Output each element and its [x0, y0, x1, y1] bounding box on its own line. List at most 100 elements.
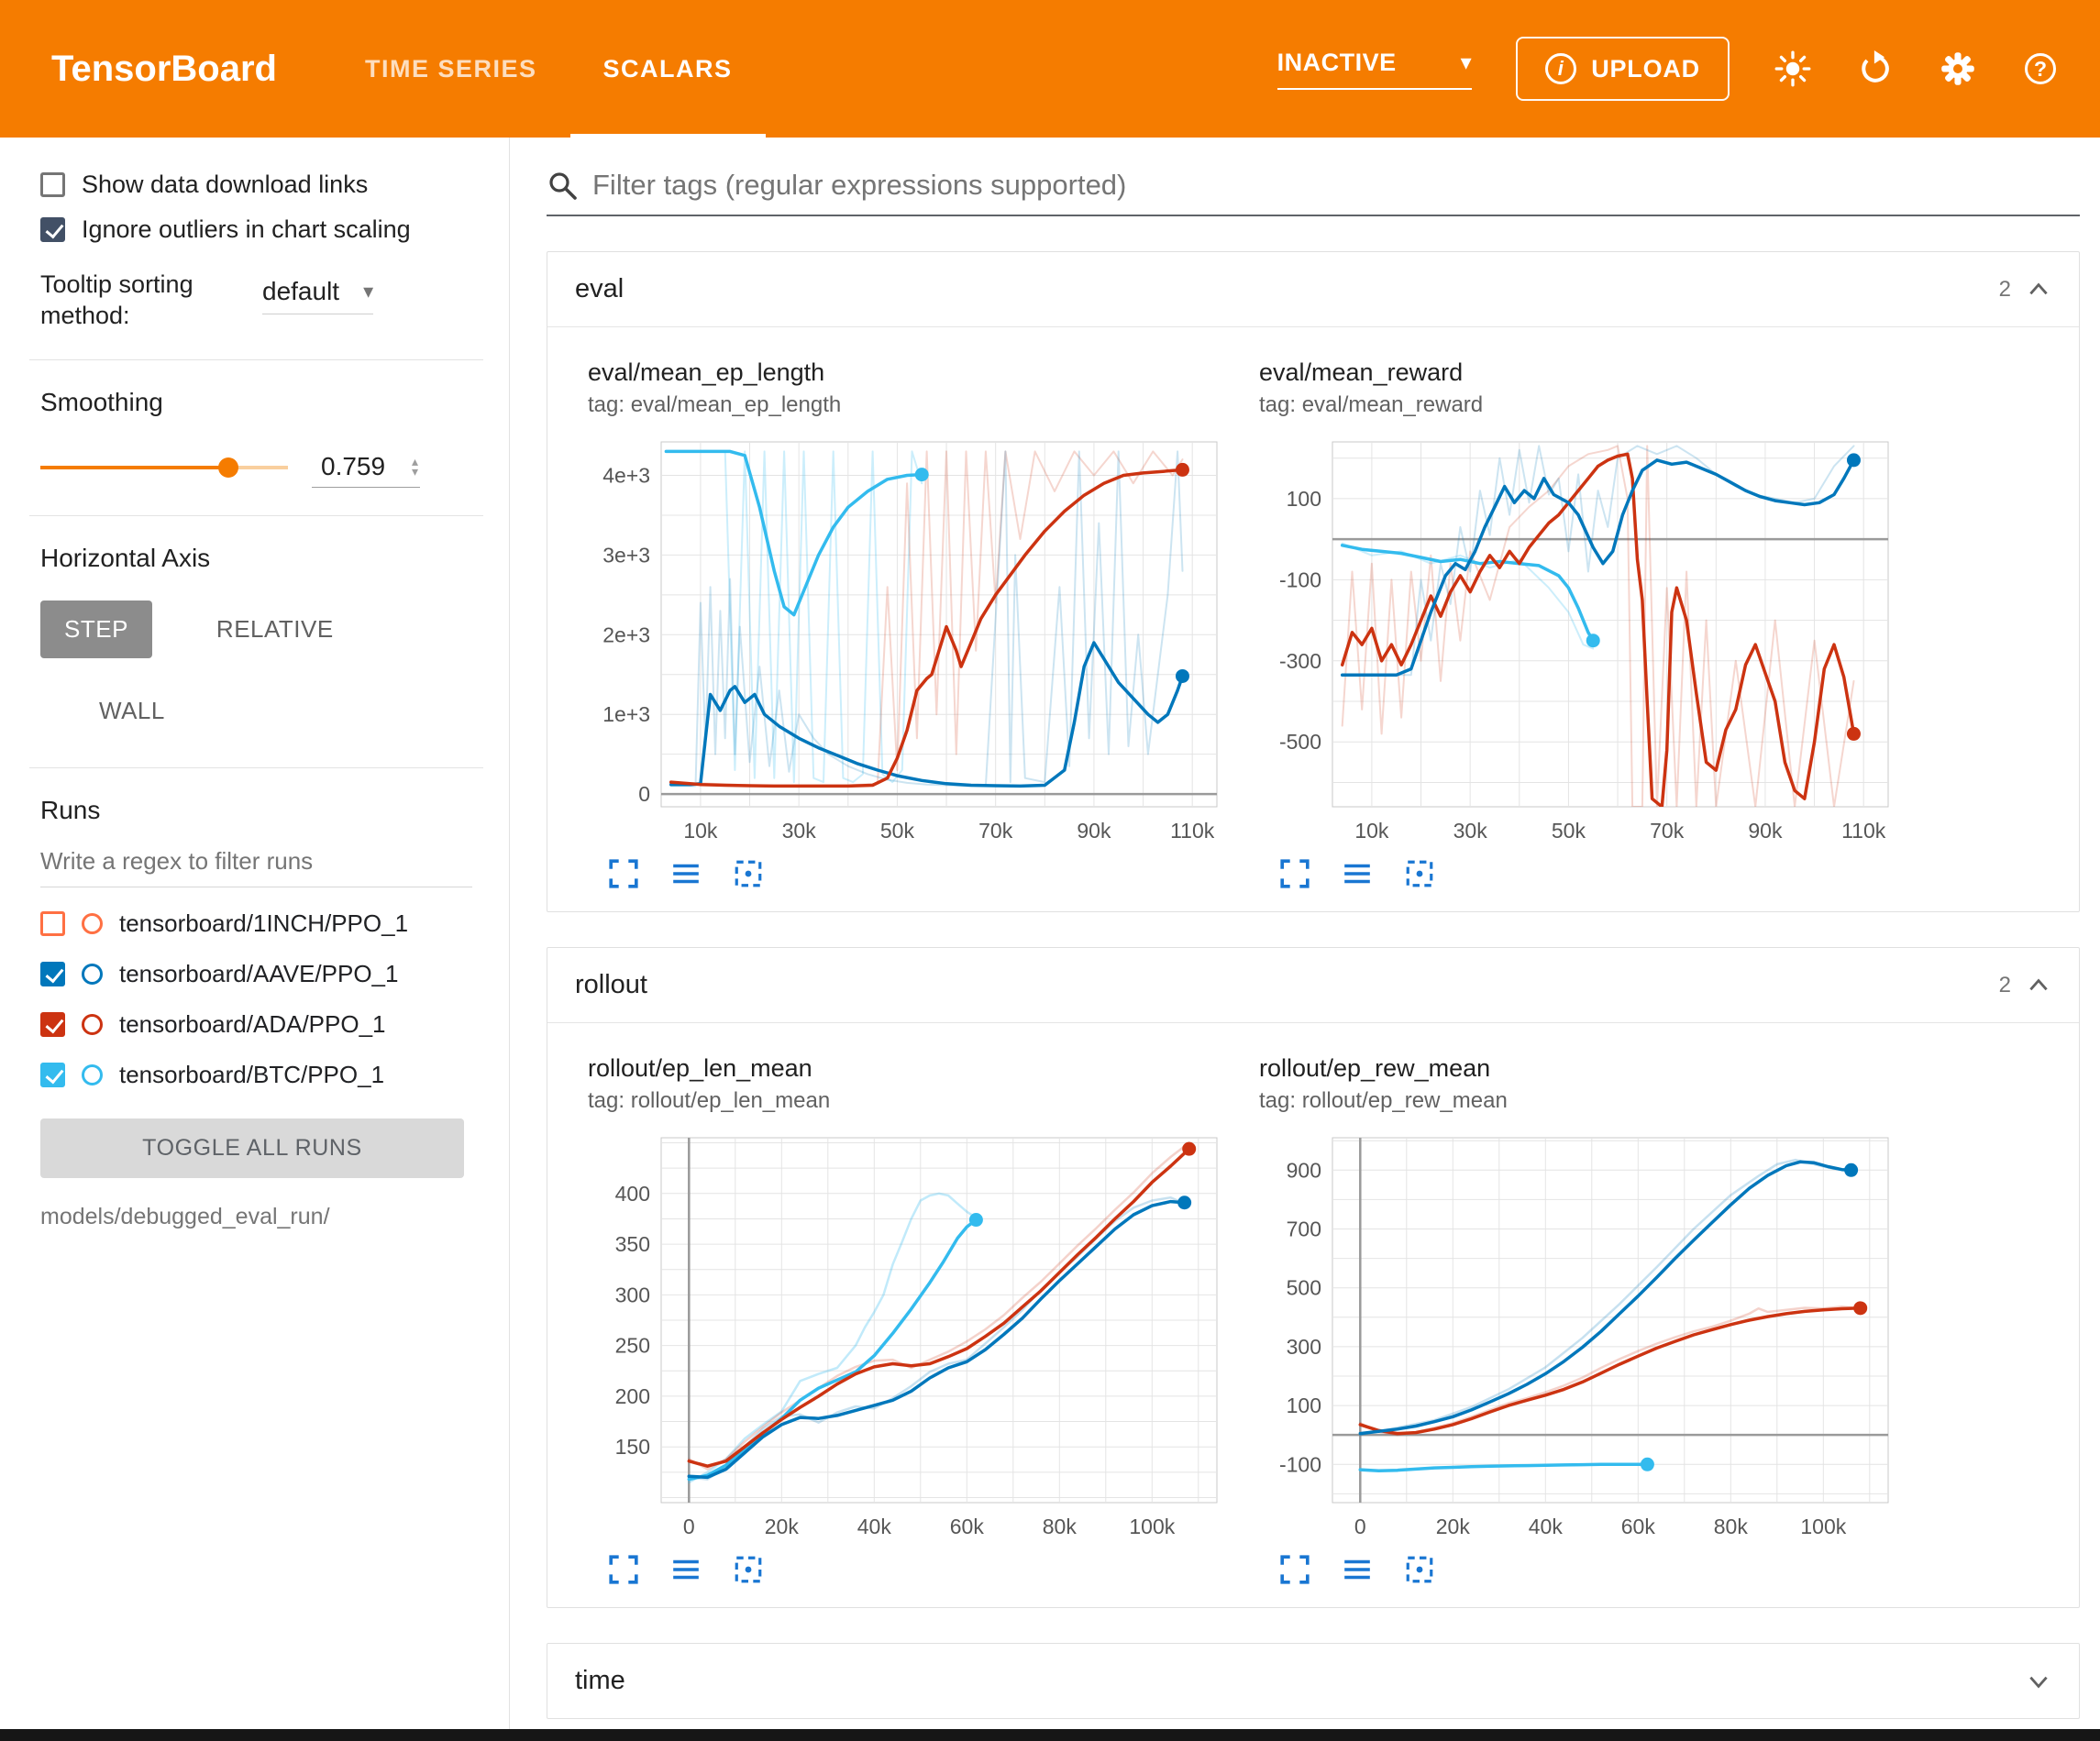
fit-to-data-icon[interactable] — [1404, 1554, 1435, 1585]
expand-chart-icon[interactable] — [1279, 858, 1310, 889]
checkbox-icon[interactable] — [40, 217, 65, 242]
svg-text:500: 500 — [1287, 1276, 1321, 1300]
app-header: TensorBoard TIME SERIES SCALARS INACTIVE… — [0, 0, 2100, 138]
refresh-icon[interactable] — [1856, 50, 1895, 88]
fit-to-data-icon[interactable] — [1404, 858, 1435, 889]
filter-tags-input[interactable] — [592, 169, 2080, 202]
brightness-icon[interactable] — [1774, 50, 1812, 88]
chart-tag: tag: eval/mean_ep_length — [588, 392, 1230, 418]
run-row-btc[interactable]: tensorboard/BTC/PPO_1 — [40, 1061, 472, 1089]
line-chart-eval-mean-ep-length[interactable]: 10k30k50k70k90k110k01e+32e+33e+34e+3 — [588, 429, 1230, 851]
svg-text:0: 0 — [683, 1515, 695, 1538]
chart-title: rollout/ep_rew_mean — [1259, 1054, 1901, 1083]
runs-heading: Runs — [40, 796, 472, 825]
svg-text:110k: 110k — [1170, 819, 1215, 843]
expand-chart-icon[interactable] — [1279, 1554, 1310, 1585]
svg-text:60k: 60k — [950, 1515, 985, 1538]
tensorboard-app: TensorBoard TIME SERIES SCALARS INACTIVE… — [0, 0, 2100, 1741]
chart-tag: tag: eval/mean_reward — [1259, 392, 1901, 418]
checkbox-label: Show data download links — [82, 171, 368, 199]
runs-list-icon[interactable] — [1342, 1554, 1373, 1585]
divider — [29, 767, 483, 768]
runs-list-icon[interactable] — [1342, 858, 1373, 889]
run-row-1inch[interactable]: tensorboard/1INCH/PPO_1 — [40, 909, 472, 938]
chevron-down-icon: ▾ — [363, 280, 373, 303]
upload-button[interactable]: i UPLOAD — [1516, 37, 1730, 101]
svg-text:40k: 40k — [1529, 1515, 1564, 1538]
axis-wall-button[interactable]: WALL — [75, 682, 189, 740]
run-checkbox-icon[interactable] — [40, 911, 65, 936]
runs-filter-input[interactable] — [40, 834, 472, 887]
expand-chart-icon[interactable] — [608, 1554, 639, 1585]
section-title: rollout — [575, 970, 647, 1000]
svg-text:100k: 100k — [1800, 1515, 1846, 1538]
svg-text:70k: 70k — [1650, 819, 1685, 843]
section-title: eval — [575, 274, 624, 304]
run-checkbox-icon[interactable] — [40, 962, 65, 986]
section-eval-header[interactable]: eval 2 — [547, 252, 2079, 326]
chart-card-rollout-ep-rew-mean: rollout/ep_rew_mean tag: rollout/ep_rew_… — [1259, 1054, 1901, 1585]
svg-text:50k: 50k — [1552, 819, 1586, 843]
run-color-circle-icon — [82, 913, 103, 934]
fit-to-data-icon[interactable] — [733, 858, 764, 889]
smoothing-heading: Smoothing — [40, 388, 472, 417]
chart-card-eval-mean-ep-length: eval/mean_ep_length tag: eval/mean_ep_le… — [588, 358, 1230, 889]
toggle-all-runs-button[interactable]: TOGGLE ALL RUNS — [40, 1118, 464, 1178]
section-time-header[interactable]: time — [547, 1644, 2079, 1718]
number-spinner-icon[interactable]: ▴▾ — [412, 457, 418, 477]
svg-text:100k: 100k — [1129, 1515, 1175, 1538]
run-checkbox-icon[interactable] — [40, 1012, 65, 1037]
checkbox-icon[interactable] — [40, 172, 65, 197]
line-chart-rollout-ep-len-mean[interactable]: 020k40k60k80k100k150200250300350400 — [588, 1125, 1230, 1547]
tab-scalars[interactable]: SCALARS — [570, 0, 766, 138]
axis-relative-button[interactable]: RELATIVE — [193, 601, 358, 658]
svg-text:-100: -100 — [1279, 567, 1321, 591]
chart-card-rollout-ep-len-mean: rollout/ep_len_mean tag: rollout/ep_len_… — [588, 1054, 1230, 1585]
help-icon[interactable]: ? — [2021, 50, 2060, 88]
smoothing-value-input[interactable]: 0.759 ▴▾ — [312, 448, 420, 488]
svg-text:3e+3: 3e+3 — [602, 543, 650, 567]
chevron-up-icon[interactable] — [2026, 277, 2051, 303]
expand-chart-icon[interactable] — [608, 858, 639, 889]
run-label: tensorboard/AAVE/PPO_1 — [119, 960, 398, 988]
axis-step-button[interactable]: STEP — [40, 601, 152, 658]
show-download-links-checkbox-row[interactable]: Show data download links — [40, 171, 472, 199]
runs-list-icon[interactable] — [670, 858, 702, 889]
line-chart-eval-mean-reward[interactable]: 10k30k50k70k90k110k100-100-300-500 — [1259, 429, 1901, 851]
tooltip-sorting-dropdown[interactable]: default ▾ — [262, 277, 373, 314]
upload-button-label: UPLOAD — [1591, 55, 1700, 83]
svg-text:60k: 60k — [1621, 1515, 1656, 1538]
settings-gear-icon[interactable] — [1939, 50, 1977, 88]
run-label: tensorboard/ADA/PPO_1 — [119, 1010, 386, 1039]
chevron-down-icon[interactable] — [2026, 1669, 2051, 1694]
section-rollout-header[interactable]: rollout 2 — [547, 948, 2079, 1022]
ignore-outliers-checkbox-row[interactable]: Ignore outliers in chart scaling — [40, 215, 472, 244]
svg-text:400: 400 — [615, 1182, 650, 1206]
run-row-ada[interactable]: tensorboard/ADA/PPO_1 — [40, 1010, 472, 1039]
svg-text:350: 350 — [615, 1232, 650, 1256]
section-title: time — [575, 1666, 625, 1696]
smoothing-slider[interactable] — [40, 454, 288, 481]
slider-thumb[interactable] — [218, 457, 238, 478]
svg-text:50k: 50k — [880, 819, 915, 843]
status-dropdown[interactable]: INACTIVE ▾ — [1277, 49, 1473, 90]
fit-to-data-icon[interactable] — [733, 1554, 764, 1585]
chevron-up-icon[interactable] — [2026, 973, 2051, 998]
svg-text:100: 100 — [1287, 1394, 1321, 1417]
svg-text:4e+3: 4e+3 — [602, 463, 650, 487]
search-icon — [547, 170, 578, 201]
line-chart-rollout-ep-rew-mean[interactable]: 020k40k60k80k100k900700500300100-100 — [1259, 1125, 1901, 1547]
smoothing-value: 0.759 — [321, 452, 385, 481]
runs-list-icon[interactable] — [670, 1554, 702, 1585]
svg-text:300: 300 — [1287, 1335, 1321, 1359]
run-row-aave[interactable]: tensorboard/AAVE/PPO_1 — [40, 960, 472, 988]
svg-text:30k: 30k — [782, 819, 817, 843]
slider-fill — [40, 466, 228, 469]
tab-time-series[interactable]: TIME SERIES — [332, 0, 570, 138]
run-color-circle-icon — [82, 1014, 103, 1035]
svg-text:0: 0 — [638, 782, 650, 806]
svg-text:-100: -100 — [1279, 1452, 1321, 1476]
run-checkbox-icon[interactable] — [40, 1063, 65, 1087]
chart-title: rollout/ep_len_mean — [588, 1054, 1230, 1083]
svg-text:200: 200 — [615, 1384, 650, 1408]
